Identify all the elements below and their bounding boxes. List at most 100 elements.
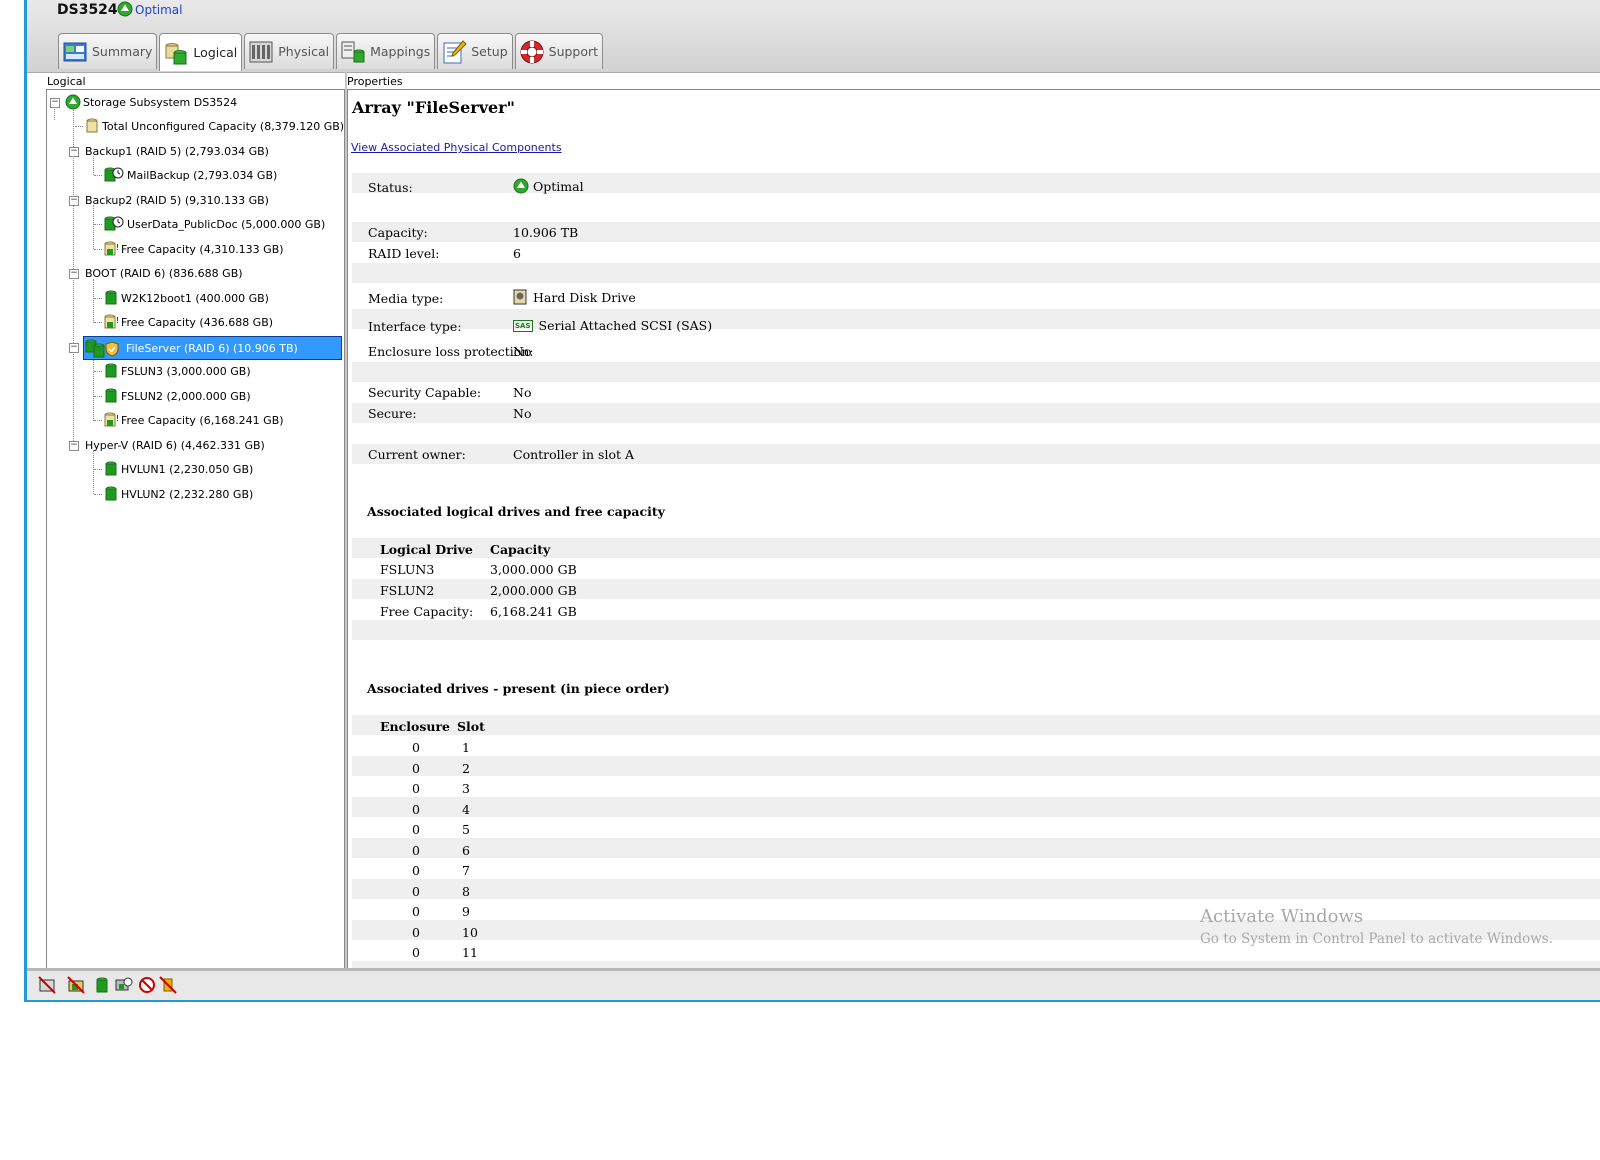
row-band [352,838,1600,858]
tree-node-array-backup2[interactable]: Backup2 (RAID 5) (9,310.133 GB) [85,191,269,209]
alert-disabled-icon[interactable] [159,976,177,994]
properties-title: Array "FileServer" [352,98,515,117]
tree-node-free-capacity[interactable]: ! Free Capacity (436.688 GB) [103,313,273,331]
tab-logical[interactable]: Logical [159,33,243,71]
free-capacity-icon: ! [104,412,119,427]
tree-line [94,396,102,397]
tree-node-label: Total Unconfigured Capacity (8,379.120 G… [102,119,345,133]
storage-manager-window: DS3524 Optimal Summary Logical Physical … [24,0,1600,1002]
tree-node-drive-hvlun1[interactable]: HVLUN1 (2,230.050 GB) [103,460,253,478]
collapse-toggle[interactable]: − [69,196,79,206]
logical-drive-icon [105,486,117,501]
logical-panel-label: Logical [47,75,86,88]
tab-mappings[interactable]: Mappings [336,33,436,69]
interface-type-label: Interface type: [368,319,462,334]
support-lifebuoy-icon [520,40,544,63]
tree-node-drive-fslun3[interactable]: FSLUN3 (3,000.000 GB) [103,362,251,380]
tab-support[interactable]: Support [514,33,604,69]
capacity-cell: 2,000.000 GB [490,583,577,598]
enclosure-cell: 0 [412,842,420,858]
slot-cell: 7 [462,863,470,878]
capacity-value: 10.906 TB [513,225,579,240]
tab-summary[interactable]: Summary [58,33,158,69]
tree-node-array-fileserver[interactable]: FileServer (RAID 6) (10.906 TB) [83,336,342,360]
enclosure-loss-value: No [513,344,532,359]
collapse-toggle[interactable]: − [69,441,79,451]
collapse-toggle[interactable]: − [50,98,60,108]
column-header-enclosure: Enclosure [380,719,450,734]
logical-drive-icon [105,461,117,476]
tree-node-label: FileServer (RAID 6) (10.906 TB) [126,341,298,355]
hard-disk-icon [513,289,527,305]
tree-node-label: W2K12boot1 (400.000 GB) [121,291,269,305]
tree-node-drive-fslun2[interactable]: FSLUN2 (2,000.000 GB) [103,387,251,405]
column-header-slot: Slot [457,719,485,734]
slot-cell: 4 [462,801,470,817]
current-owner-label: Current owner: [368,447,466,462]
enclosure-cell: 0 [412,863,420,878]
tab-support-label: Support [548,44,599,59]
tree-line [93,450,94,494]
tree-node-array-backup1[interactable]: Backup1 (RAID 5) (2,793.034 GB) [85,142,269,160]
slot-cell: 3 [462,781,470,796]
tree-line [54,107,55,120]
properties-panel-label: Properties [347,75,403,88]
tree-node-label: BOOT (RAID 6) (836.688 GB) [85,266,243,280]
tree-node-label: Backup2 (RAID 5) (9,310.133 GB) [85,193,269,207]
row-band [352,879,1600,899]
tree-line [94,249,102,250]
tree-node-free-capacity[interactable]: ! Free Capacity (6,168.241 GB) [103,411,284,429]
optimal-status-icon [117,1,133,17]
setup-icon [443,39,467,63]
drive-failure-icon[interactable] [38,976,56,994]
slot-cell: 11 [462,945,478,960]
tree-node-drive-hvlun2[interactable]: HVLUN2 (2,232.280 GB) [103,485,253,503]
array-warning-icon[interactable] [67,976,85,994]
raid-level-label: RAID level: [368,246,440,261]
no-access-icon[interactable] [138,976,156,994]
logical-drive-cell: FSLUN2 [380,583,435,598]
row-band [352,756,1600,776]
tree-node-array-hyperv[interactable]: Hyper-V (RAID 6) (4,462.331 GB) [85,436,265,454]
tree-node-storage-subsystem[interactable]: Storage Subsystem DS3524 [65,93,237,111]
tree-node-label: HVLUN2 (2,232.280 GB) [121,487,254,501]
collapse-toggle[interactable]: − [69,147,79,157]
secure-array-icon [85,339,119,358]
collapse-toggle[interactable]: − [69,269,79,279]
collapse-toggle[interactable]: − [69,343,79,353]
header-bar: DS3524 Optimal Summary Logical Physical … [27,0,1600,73]
view-physical-components-link[interactable]: View Associated Physical Components [351,141,562,154]
logical-icon [165,42,187,64]
tree-node-array-boot[interactable]: BOOT (RAID 6) (836.688 GB) [85,264,243,282]
tree-node-free-capacity[interactable]: ! Free Capacity (4,310.133 GB) [103,240,284,258]
activate-windows-subtitle: Go to System in Control Panel to activat… [1200,931,1554,947]
status-value-text: Optimal [533,178,584,194]
tree-node-unconfigured-capacity[interactable]: Total Unconfigured Capacity (8,379.120 G… [84,117,344,135]
tab-physical[interactable]: Physical [244,33,335,69]
enclosure-loss-label: Enclosure loss protection: [368,344,534,359]
tree-node-label: UserData_PublicDoc (5,000.000 GB) [127,217,326,231]
tab-setup[interactable]: Setup [437,33,513,69]
slot-cell: 8 [462,883,470,899]
tree-node-label: Backup1 (RAID 5) (2,793.034 GB) [85,144,269,158]
media-type-label: Media type: [368,291,444,306]
svg-text:!: ! [116,316,119,325]
interface-type-value: SAS Serial Attached SCSI (SAS) [513,318,712,333]
tree-line [94,322,102,323]
column-header-capacity: Capacity [490,542,551,557]
tree-node-drive-userdata[interactable]: UserData_PublicDoc (5,000.000 GB) [103,215,325,233]
slot-cell: 6 [462,842,470,858]
tree-line [94,298,102,299]
tree-node-label: MailBackup (2,793.034 GB) [127,168,278,182]
physical-icon [249,41,273,62]
optimal-status-icon [513,178,529,194]
logical-drive-icon [105,290,117,305]
tree-node-label: Storage Subsystem DS3524 [83,95,238,109]
tree-node-drive-mailbackup[interactable]: MailBackup (2,793.034 GB) [103,166,277,184]
tree-node-drive-w2k12boot1[interactable]: W2K12boot1 (400.000 GB) [103,289,269,307]
premium-feature-icon[interactable] [115,976,133,994]
tab-setup-label: Setup [471,44,508,59]
enclosure-cell: 0 [412,924,420,940]
logical-tree[interactable]: − − − − − − Storage Subsystem DS3524 Tot… [46,89,345,970]
logical-drive-status-icon[interactable] [93,976,111,994]
